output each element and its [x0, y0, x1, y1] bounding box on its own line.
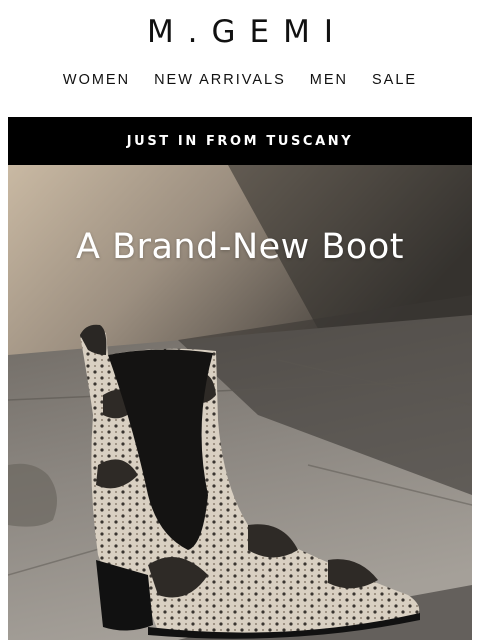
promo-banner[interactable]: JUST IN FROM TUSCANY: [8, 117, 472, 165]
nav-item-new-arrivals[interactable]: NEW ARRIVALS: [154, 70, 286, 90]
nav-item-sale[interactable]: SALE: [372, 70, 417, 90]
hero-image[interactable]: A Brand-New Boot: [8, 165, 472, 640]
promo-banner-text: JUST IN FROM TUSCANY: [126, 133, 354, 149]
nav-item-women[interactable]: WOMEN: [63, 70, 130, 90]
brand-logo[interactable]: M.GEMI: [0, 13, 480, 51]
nav-item-men[interactable]: MEN: [310, 70, 348, 90]
hero-headline: A Brand-New Boot: [76, 227, 404, 267]
main-nav: WOMEN NEW ARRIVALS MEN SALE: [0, 70, 480, 90]
